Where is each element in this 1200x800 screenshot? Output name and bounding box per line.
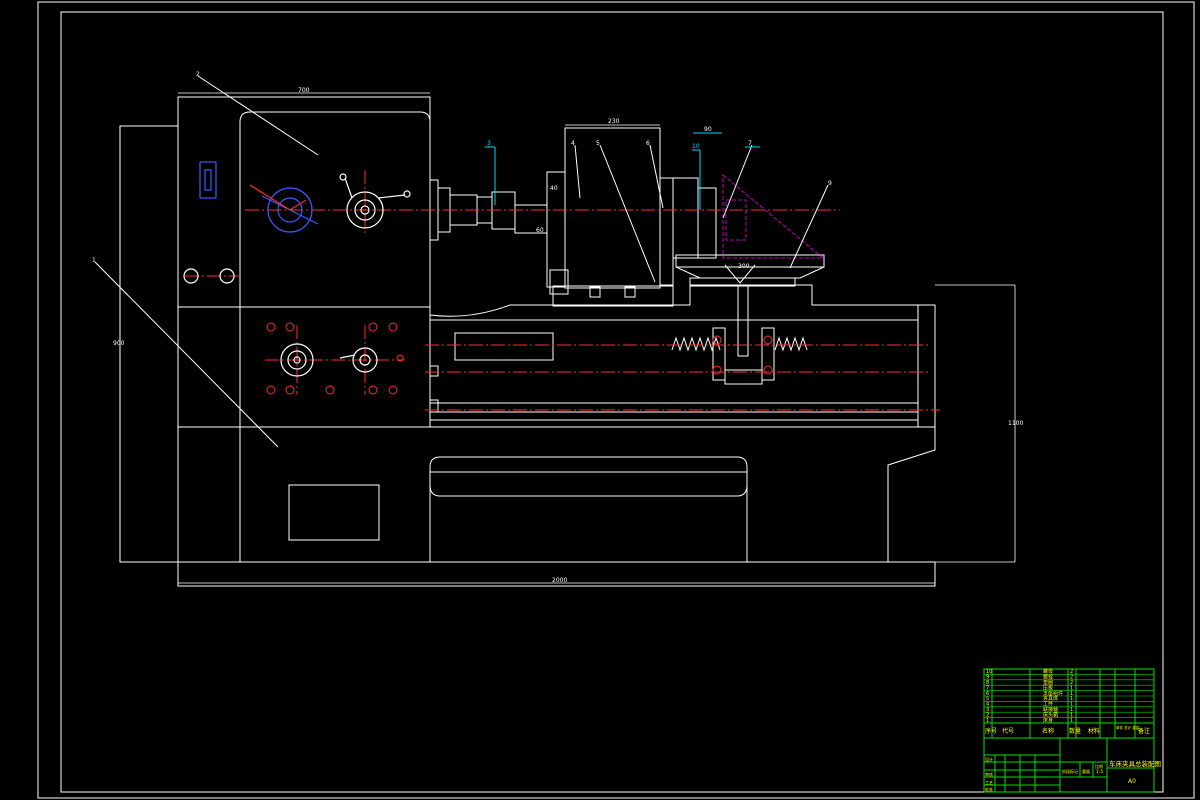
drawing-scale: 1:5	[1096, 769, 1103, 775]
label-weight: 重量	[1082, 768, 1090, 774]
dim-headstock-width: 700	[298, 87, 310, 94]
blue-gauge	[199, 161, 319, 233]
bom-header-remark: 备注	[1138, 727, 1150, 735]
bolt-holes	[266, 322, 773, 395]
dim-small-b: 60	[536, 227, 544, 234]
bom-row-qty: 1	[1070, 718, 1073, 724]
leader-tag-7: 7	[748, 140, 752, 147]
bom-header-weight: 单件 总计 重量	[1116, 725, 1140, 730]
drawing-title: 车床夹具总装配图	[1109, 759, 1161, 768]
dim-base-len: 300	[738, 263, 750, 270]
bom-header-code: 代号	[1002, 727, 1014, 735]
label-design: 设计	[985, 756, 993, 762]
bom-row-name: 床身	[1043, 717, 1053, 724]
leader-tag-10: 10	[692, 143, 700, 150]
bom-row-no: 1	[986, 718, 989, 724]
dim-overall-length: 2000	[552, 577, 567, 584]
bom-header-name: 名称	[1042, 727, 1054, 735]
label-check: 审核	[985, 771, 993, 777]
dim-clamp-width: 90	[704, 126, 712, 133]
label-approve: 批准	[985, 786, 993, 792]
dim-height-right: 1100	[1008, 420, 1023, 427]
leader-tag-6: 6	[646, 140, 650, 147]
center-lines	[185, 170, 940, 411]
label-ratio: 比例	[1095, 763, 1103, 769]
dim-texts: 2000 700 230 90 900 1100 40 60 300 2 1 4…	[92, 71, 1023, 584]
cyan-tags: 3 10	[487, 140, 700, 150]
dim-height-left: 900	[113, 340, 125, 347]
leader-tag-3: 3	[487, 140, 491, 147]
label-process: 工艺	[985, 780, 993, 785]
label-stage: 阶段标记	[1062, 768, 1078, 774]
lead-screw	[671, 336, 808, 352]
dimension-lines	[119, 92, 1016, 584]
leader-lines	[94, 75, 829, 448]
lathe-outline	[119, 96, 936, 587]
leader-tag-9: 9	[828, 180, 832, 187]
leader-tag-1: 1	[92, 257, 96, 264]
bom-header-seq: 序号	[985, 727, 997, 735]
handwheels	[183, 173, 411, 377]
leader-tag-2: 2	[196, 71, 200, 78]
phantom-support	[722, 173, 825, 259]
leader-tag-4: 4	[571, 140, 575, 147]
dim-fixture-width: 230	[608, 118, 620, 125]
bom-header-material: 材料	[1088, 727, 1100, 735]
bom-header-qty: 数量	[1069, 727, 1081, 735]
dim-small-a: 40	[550, 185, 558, 192]
leader-tag-5: 5	[596, 140, 600, 147]
cad-drawing-canvas: 2000 700 230 90 900 1100 40 60 300 2 1 4…	[37, 1, 1195, 799]
title-block: 10 螺母 29 螺栓 28 垫圈 27 压板 16 支座组件 15 夹具体 14 工件 13 联接轴 12 床头…	[983, 668, 1161, 793]
cyan-leaders	[485, 132, 760, 210]
drawing-sheet: A0	[1128, 778, 1136, 785]
